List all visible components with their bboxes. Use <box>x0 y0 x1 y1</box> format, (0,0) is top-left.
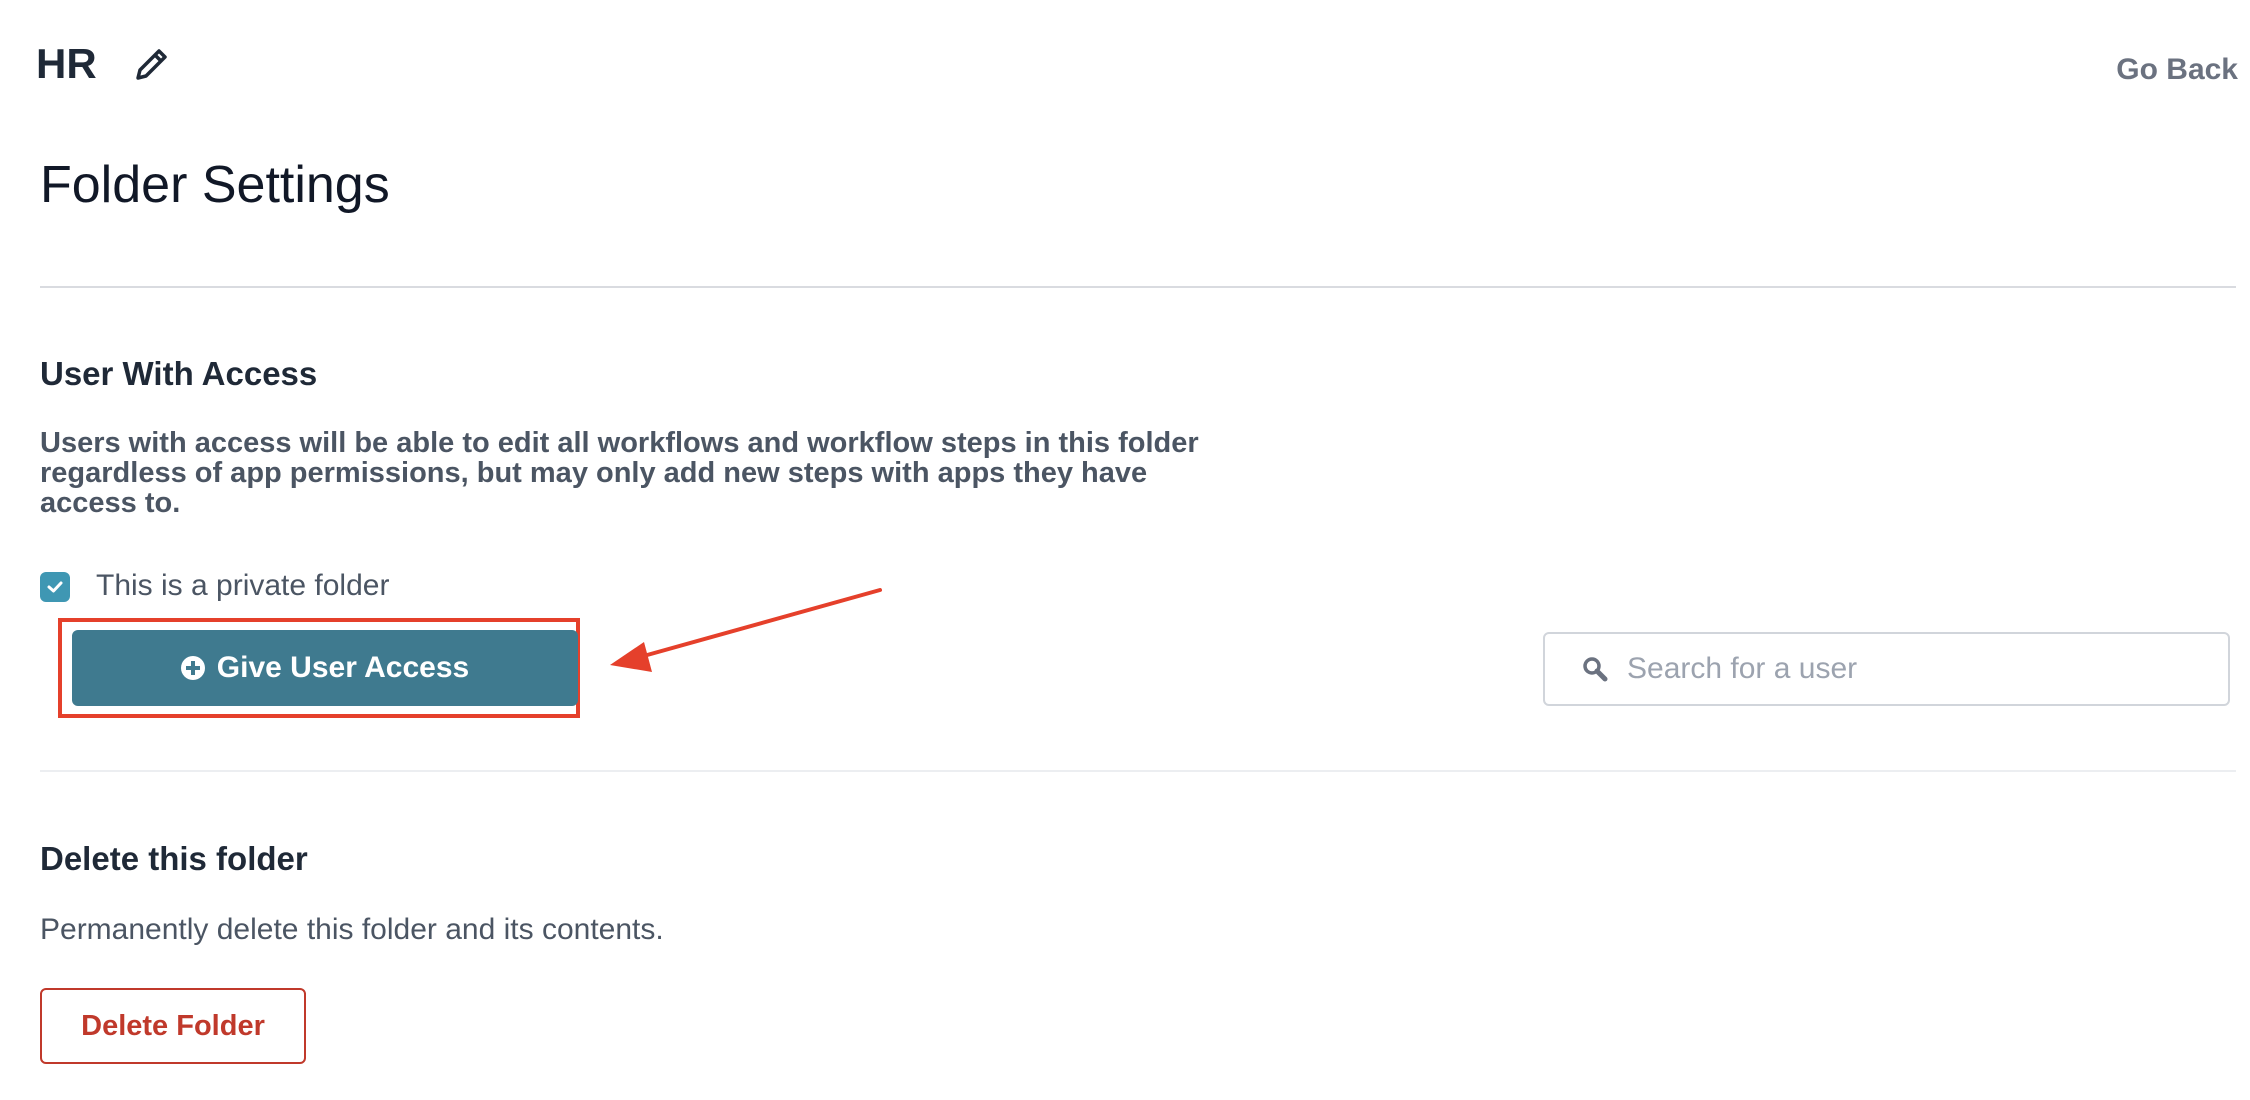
access-section-description: Users with access will be able to edit a… <box>40 427 1199 519</box>
user-search-input[interactable] <box>1625 651 2228 687</box>
page-title: Folder Settings <box>40 156 390 214</box>
give-user-access-button[interactable]: Give User Access <box>72 630 578 706</box>
check-icon <box>47 581 63 593</box>
delete-section-description: Permanently delete this folder and its c… <box>40 913 664 946</box>
user-search-box[interactable] <box>1543 632 2230 706</box>
private-folder-label: This is a private folder <box>96 569 390 602</box>
delete-folder-button[interactable]: Delete Folder <box>40 988 306 1064</box>
divider <box>40 286 2236 288</box>
delete-section-heading: Delete this folder <box>40 840 308 877</box>
go-back-link[interactable]: Go Back <box>2116 52 2238 88</box>
plus-circle-icon <box>180 656 205 680</box>
divider <box>40 770 2236 772</box>
annotation-arrow-icon <box>610 588 882 672</box>
give-user-access-label: Give User Access <box>216 651 470 684</box>
access-section-heading: User With Access <box>40 355 318 392</box>
search-icon <box>1583 657 1608 682</box>
pencil-icon[interactable] <box>128 40 176 88</box>
private-folder-checkbox[interactable] <box>40 572 70 602</box>
folder-name: HR <box>36 40 97 87</box>
